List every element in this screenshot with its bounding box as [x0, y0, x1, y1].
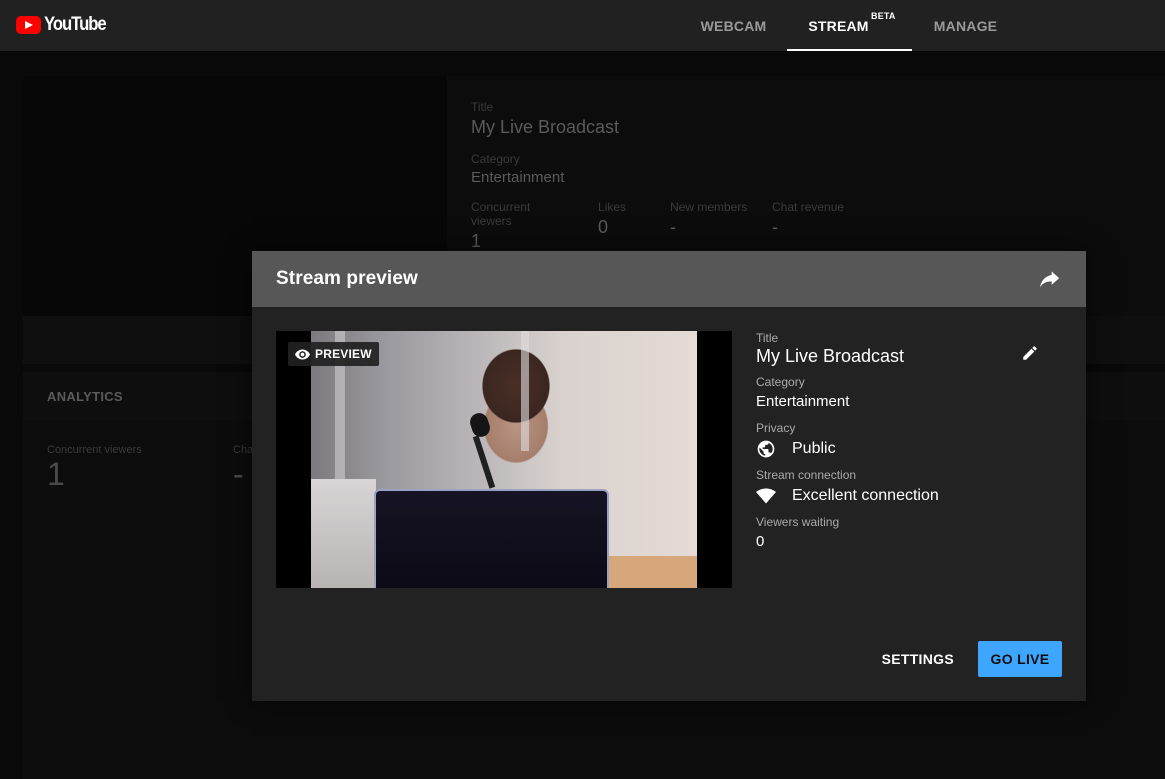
globe-icon [757, 440, 775, 458]
title-label: Title [756, 331, 779, 345]
viewers-waiting-label: Viewers waiting [756, 515, 840, 529]
bg-title-label: Title [471, 100, 494, 114]
analytics-stat-label: Concurrent viewers [47, 444, 142, 456]
connection-label: Stream connection [756, 468, 857, 482]
bg-stat: Chat revenue - [772, 200, 844, 252]
nav-tabs: WEBCAM STREAM BETA MANAGE [680, 0, 1019, 51]
top-bar: YouTube WEBCAM STREAM BETA MANAGE [0, 0, 1165, 51]
video-preview: PREVIEW [276, 331, 732, 588]
bg-stats: Concurrent viewers 1 Likes 0 New members… [471, 200, 1141, 252]
bg-stat-label: Concurrent viewers [471, 200, 531, 228]
bg-stat-value: - [772, 217, 778, 237]
category-value: Entertainment [756, 393, 850, 410]
stream-details: Title My Live Broadcast Category Enterta… [756, 331, 1062, 561]
tab-webcam[interactable]: WEBCAM [680, 0, 787, 51]
wifi-signal-icon [756, 488, 776, 504]
dialog-body: PREVIEW Title My Live Broadcast Category… [252, 307, 1086, 701]
privacy-label: Privacy [756, 421, 796, 435]
bg-category-value: Entertainment [471, 169, 565, 186]
viewers-waiting-value: 0 [756, 533, 765, 550]
privacy-row: Public [756, 438, 1062, 460]
tab-label: STREAM [808, 17, 869, 34]
frame-laptop [374, 489, 609, 588]
dialog-header: Stream preview [252, 251, 1086, 307]
settings-button[interactable]: SETTINGS [874, 641, 962, 677]
tab-stream[interactable]: STREAM BETA [787, 0, 912, 51]
title-value: My Live Broadcast [756, 346, 905, 366]
frame-table [609, 556, 697, 588]
bg-stat-value: - [670, 217, 676, 237]
dialog-actions: SETTINGS GO LIVE [874, 641, 1062, 677]
preview-badge: PREVIEW [288, 342, 379, 366]
youtube-play-icon [16, 16, 41, 34]
tab-label: MANAGE [933, 17, 998, 34]
dialog-title: Stream preview [276, 268, 418, 289]
go-live-button[interactable]: GO LIVE [978, 641, 1062, 677]
privacy-value: Public [792, 440, 836, 457]
bg-category-label: Category [471, 152, 520, 166]
bg-stat-value: 1 [471, 231, 482, 251]
bg-stat: Likes 0 [598, 200, 646, 252]
bg-stat: Concurrent viewers 1 [471, 200, 574, 252]
tab-label: WEBCAM [700, 17, 767, 34]
preview-label: PREVIEW [315, 347, 372, 361]
connection-value: Excellent connection [792, 487, 939, 504]
bg-stat-label: Likes [598, 200, 627, 214]
pencil-icon [1023, 346, 1037, 360]
frame-mic-stand [472, 435, 496, 489]
youtube-logo[interactable]: YouTube [16, 14, 114, 36]
connection-row: Excellent connection [756, 485, 1062, 507]
frame-microphone [467, 410, 493, 440]
analytics-stat: Concurrent viewers 1 [47, 444, 233, 493]
share-icon [1040, 271, 1060, 288]
brand-name: YouTube [44, 14, 107, 35]
bg-stat-label: New members [670, 200, 748, 214]
bg-stat-label: Chat revenue [772, 200, 845, 214]
webcam-frame [311, 331, 697, 588]
bg-stat-value: 0 [598, 217, 609, 237]
beta-badge: BETA [871, 11, 896, 21]
eye-icon [295, 349, 310, 359]
bg-stat: New members - [670, 200, 748, 252]
edit-button[interactable] [1018, 341, 1042, 365]
frame-window-post [521, 331, 529, 451]
analytics-stat-value: 1 [47, 456, 65, 492]
category-label: Category [756, 375, 805, 389]
bg-title-value: My Live Broadcast [471, 117, 620, 137]
tab-manage[interactable]: MANAGE [912, 0, 1019, 51]
stream-preview-dialog: Stream preview PREVIEW Title My Live Bro… [252, 251, 1086, 701]
share-button[interactable] [1038, 267, 1062, 291]
frame-laptop-left [311, 479, 376, 588]
